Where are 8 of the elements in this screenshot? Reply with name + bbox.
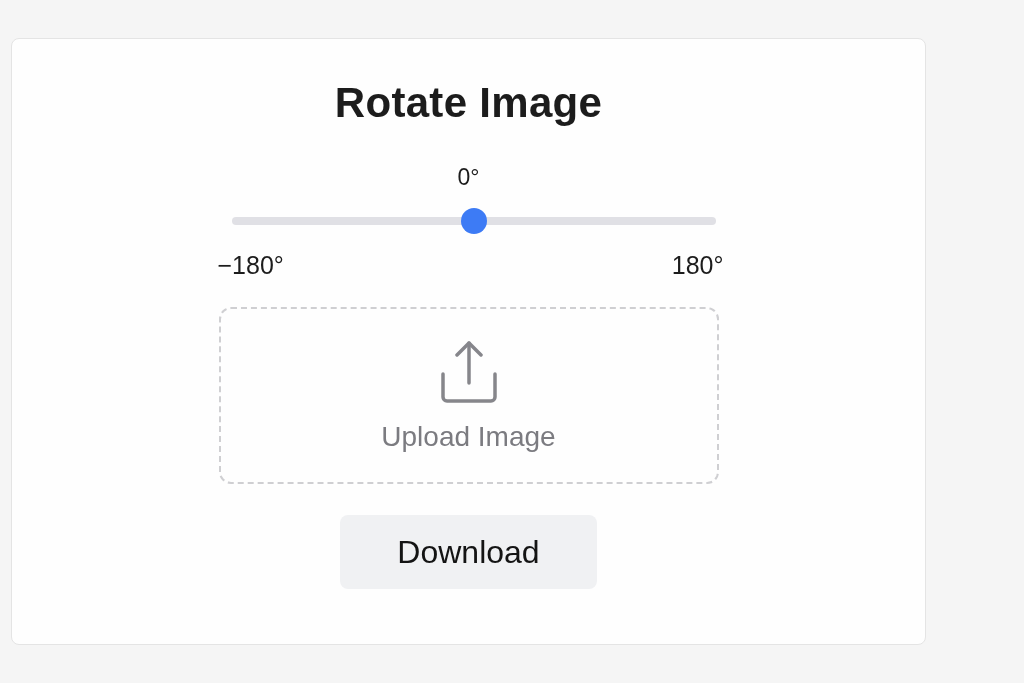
- slider-max-label: 180°: [671, 251, 724, 279]
- upload-icon: [440, 341, 497, 403]
- download-button[interactable]: Download: [340, 515, 597, 589]
- upload-dropzone[interactable]: Upload Image: [218, 307, 719, 484]
- slider-min-label: −180°: [217, 251, 284, 279]
- slider-value: 0°: [457, 164, 480, 190]
- panel-title: Rotate Image: [334, 79, 603, 127]
- slider-thumb[interactable]: [460, 208, 487, 234]
